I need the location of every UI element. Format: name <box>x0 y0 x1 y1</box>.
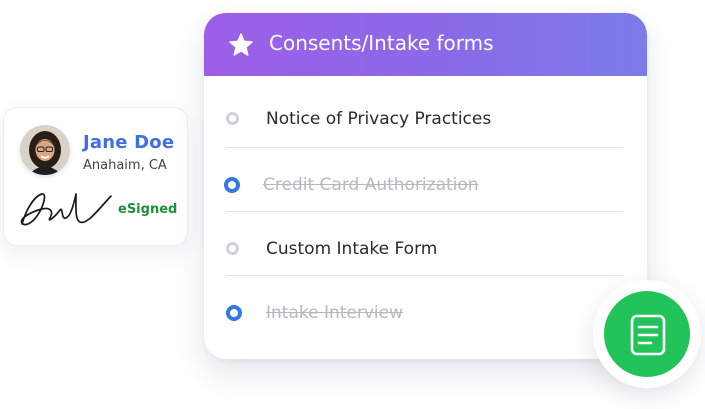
document-fab[interactable] <box>593 280 701 388</box>
form-item-custom-intake[interactable]: Custom Intake Form <box>204 233 647 273</box>
form-item-label: Custom Intake Form <box>266 239 438 259</box>
form-item-label: Notice of Privacy Practices <box>266 109 492 129</box>
profile-name: Jane Doe <box>83 132 175 153</box>
form-item-label: Credit Card Authorization <box>263 175 479 195</box>
radio-button[interactable] <box>226 242 239 255</box>
form-item-label: Intake Interview <box>266 303 404 323</box>
star-icon <box>228 32 254 58</box>
divider <box>226 147 623 148</box>
card-header: Consents/Intake forms <box>204 13 647 76</box>
profile-card: Jane Doe Anahaim, CA eSigned <box>3 107 188 246</box>
consent-forms-card: Consents/Intake forms Notice of Privacy … <box>204 13 647 359</box>
profile-location: Anahaim, CA <box>83 158 167 173</box>
radio-button[interactable] <box>226 112 239 125</box>
document-button[interactable] <box>604 291 690 377</box>
form-item-intake-interview[interactable]: Intake Interview <box>204 297 647 337</box>
signature-image <box>16 188 114 230</box>
document-icon <box>630 314 666 356</box>
form-item-credit-card[interactable]: Credit Card Authorization <box>204 169 647 209</box>
form-item-privacy[interactable]: Notice of Privacy Practices <box>204 103 647 143</box>
avatar <box>20 125 70 175</box>
esigned-badge: eSigned <box>118 202 178 217</box>
divider <box>226 211 623 212</box>
radio-button[interactable] <box>226 305 242 321</box>
radio-button[interactable] <box>224 177 240 193</box>
card-title: Consents/Intake forms <box>269 31 494 55</box>
divider <box>226 275 623 276</box>
